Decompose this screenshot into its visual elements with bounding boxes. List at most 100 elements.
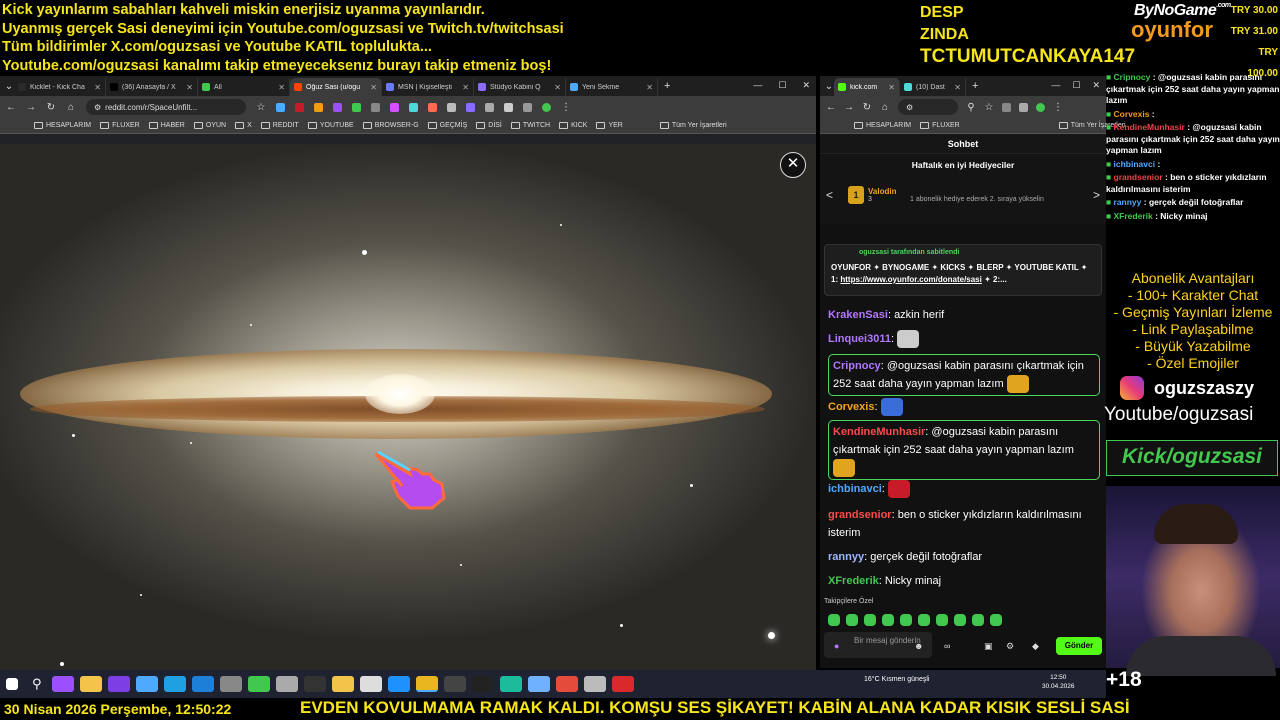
site-info-icon[interactable]: ⚙	[906, 103, 913, 112]
bookmark-folder[interactable]: YOUTUBE	[307, 122, 354, 129]
bookmark-folder[interactable]: Tüm Yer İşaretleri	[659, 122, 727, 129]
chevron-left-icon[interactable]: <	[826, 188, 833, 202]
send-button[interactable]: Gönder	[1056, 637, 1102, 655]
site-info-icon[interactable]: ⚙	[94, 103, 101, 112]
donate-link[interactable]: https://www.oyunfor.com/donate/sasi	[840, 275, 982, 284]
reload-icon[interactable]: ↻	[46, 102, 56, 113]
bookmark-star-icon[interactable]: ☆	[984, 102, 994, 113]
chat-username[interactable]: Corvexis	[828, 401, 874, 413]
app-icon[interactable]	[163, 676, 186, 692]
close-tab-icon[interactable]: ✕	[954, 83, 961, 92]
extension-icon[interactable]	[523, 102, 532, 112]
close-tab-icon[interactable]: ✕	[888, 83, 895, 92]
browser-tab[interactable]: Oğuz Sasi (u/ogu ✕	[290, 78, 382, 96]
bookmark-folder[interactable]: TWITCH	[510, 122, 550, 129]
close-tab-icon[interactable]: ✕	[646, 83, 653, 92]
emote-icon[interactable]	[864, 614, 876, 626]
extension-icon[interactable]	[1019, 102, 1028, 112]
close-tab-icon[interactable]: ✕	[462, 83, 469, 92]
app-icon[interactable]	[471, 676, 494, 692]
bookmark-folder[interactable]: HABER	[148, 122, 185, 129]
chrome-icon[interactable]	[415, 676, 438, 692]
browser-tab[interactable]: Yeni Sekme ✕	[566, 78, 658, 96]
emote-icon[interactable]	[828, 614, 840, 626]
maximize-icon[interactable]: ☐	[778, 80, 786, 91]
browser-tab[interactable]: Stüdyo Kabini Q ✕	[474, 78, 566, 96]
app-icon[interactable]	[527, 676, 550, 692]
forward-icon[interactable]: →	[26, 102, 36, 113]
forward-icon[interactable]: →	[844, 102, 854, 113]
app-icon[interactable]	[303, 676, 326, 692]
app-icon[interactable]	[499, 676, 522, 692]
tab-menu-icon[interactable]: ⌄	[4, 81, 14, 92]
profile-icon[interactable]	[542, 102, 551, 112]
app-icon[interactable]	[443, 676, 466, 692]
extension-icon[interactable]	[295, 102, 304, 112]
emote-icon[interactable]	[846, 614, 858, 626]
emote-icon[interactable]	[918, 614, 930, 626]
bookmark-star-icon[interactable]: ☆	[256, 102, 266, 113]
vivaldi-icon[interactable]	[555, 676, 578, 692]
bookmark-folder[interactable]: KICK	[559, 122, 587, 129]
extension-icon[interactable]	[352, 102, 361, 112]
bookmark-folder[interactable]: BROWSER-G	[362, 122, 419, 129]
tab-dast[interactable]: (10) Dast ✕	[900, 78, 966, 96]
close-window-icon[interactable]: ✕	[1092, 80, 1100, 91]
chat-username[interactable]: grandsenior	[828, 509, 892, 521]
new-tab-icon[interactable]: +	[972, 80, 978, 92]
reload-icon[interactable]: ↻	[862, 102, 872, 113]
emote-icon[interactable]	[900, 614, 912, 626]
extension-icon[interactable]	[371, 102, 380, 112]
bookmark-folder[interactable]: X	[235, 122, 252, 129]
chevron-right-icon[interactable]: >	[1093, 188, 1100, 202]
edge-icon[interactable]	[191, 676, 214, 692]
chat-username[interactable]: XFrederik	[828, 575, 879, 587]
bookmark-folder[interactable]: HESAPLARIM	[854, 122, 911, 129]
close-tab-icon[interactable]: ✕	[94, 83, 101, 92]
zoom-icon[interactable]: ⚲	[966, 102, 976, 113]
file-explorer-icon[interactable]	[79, 676, 102, 692]
tab-kick[interactable]: kick.com ✕	[834, 78, 900, 96]
camera-icon[interactable]	[219, 676, 242, 692]
emote-icon[interactable]	[936, 614, 948, 626]
app-icon[interactable]	[359, 676, 382, 692]
extension-icon[interactable]	[390, 102, 399, 112]
weather-widget[interactable]: 16°C Kısmen güneşli	[864, 676, 929, 683]
address-bar[interactable]: ⚙ reddit.com/r/SpaceUnfilt...	[86, 99, 246, 115]
extension-icon[interactable]	[409, 102, 418, 112]
bookmark-folder[interactable]: YER	[596, 122, 623, 129]
sticker-icon[interactable]: ◆	[1032, 641, 1039, 652]
windows-start-icon[interactable]	[6, 678, 18, 690]
onenote-icon[interactable]	[107, 676, 130, 692]
back-icon[interactable]: ←	[826, 102, 836, 113]
bookmark-folder[interactable]: FLUXER	[100, 122, 140, 129]
chat-username[interactable]: KrakenSasi	[828, 309, 888, 321]
minimize-icon[interactable]: —	[753, 80, 762, 91]
profile-icon[interactable]	[1036, 102, 1045, 112]
bookmark-folder[interactable]: DİSİ	[476, 122, 502, 129]
bookmark-folder[interactable]: FLUXER	[920, 122, 960, 129]
minimize-icon[interactable]: —	[1051, 80, 1060, 91]
extension-icon[interactable]	[485, 102, 494, 112]
app-icon[interactable]	[331, 676, 354, 692]
chat-username[interactable]: Linquei3011	[828, 333, 891, 345]
home-icon[interactable]: ⌂	[880, 102, 890, 113]
emote-icon[interactable]	[990, 614, 1002, 626]
close-tab-icon[interactable]: ✕	[370, 83, 377, 92]
emote-icon[interactable]	[972, 614, 984, 626]
extension-icon[interactable]	[314, 102, 323, 112]
app-icon[interactable]	[51, 676, 74, 692]
extension-icon[interactable]	[428, 102, 437, 112]
browser-tab[interactable]: MSN | Kişiselleşti ✕	[382, 78, 474, 96]
emoji-icon[interactable]: ☻	[914, 641, 923, 651]
settings-gear-icon[interactable]: ⚙	[1006, 641, 1014, 652]
close-image-button[interactable]: ✕	[780, 152, 806, 178]
bookmark-folder[interactable]: OYUN	[193, 122, 226, 129]
browser-tab[interactable]: Kicklet - Kick Cha ✕	[14, 78, 106, 96]
app-icon[interactable]	[135, 676, 158, 692]
browser-tab[interactable]: All ✕	[198, 78, 290, 96]
close-tab-icon[interactable]: ✕	[186, 83, 193, 92]
address-bar[interactable]: ⚙	[898, 99, 958, 115]
menu-dots-icon[interactable]: ⋮	[1053, 102, 1063, 113]
close-tab-icon[interactable]: ✕	[278, 83, 285, 92]
